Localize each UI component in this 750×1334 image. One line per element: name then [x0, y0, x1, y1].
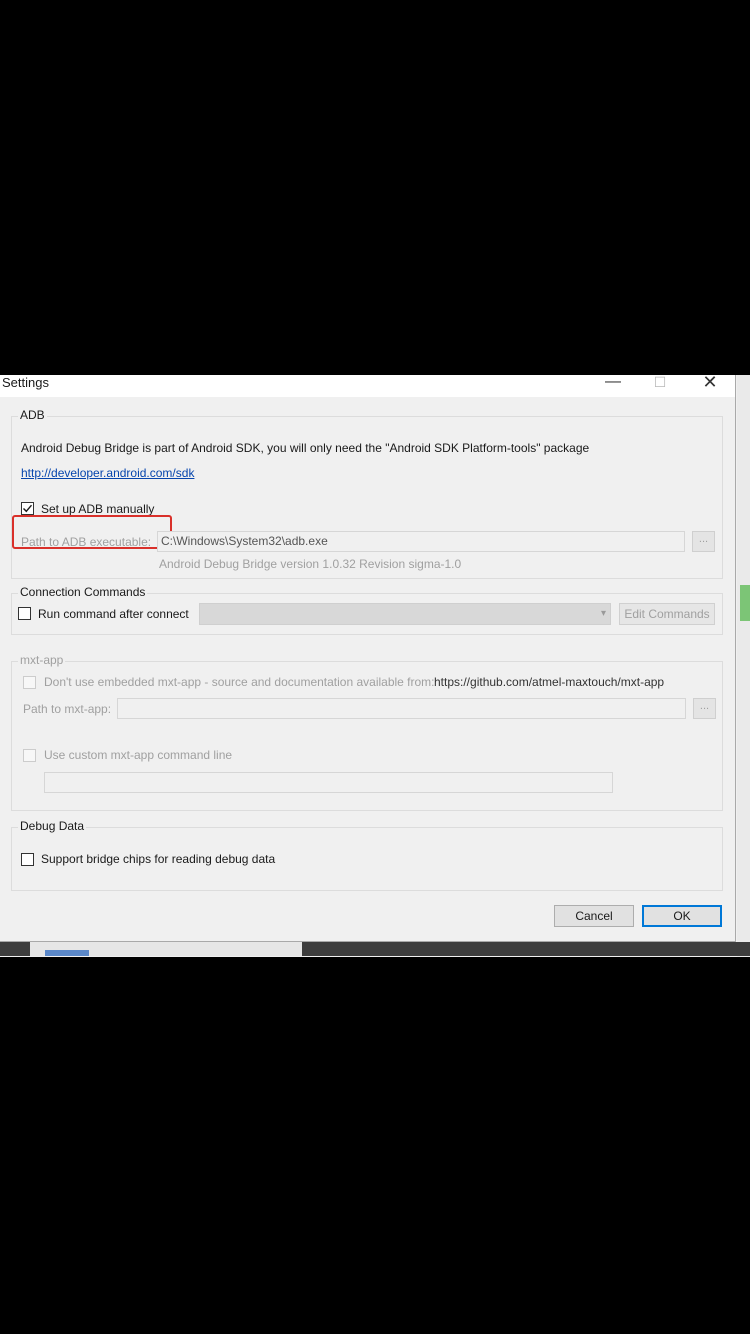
- dont-use-embedded-label: Don't use embedded mxt-app - source and …: [44, 675, 435, 689]
- screenshot-stage: Settings — ☐ ✕ ADB Android Debug Bridge …: [0, 0, 750, 1334]
- adb-sdk-link[interactable]: http://developer.android.com/sdk: [21, 466, 194, 480]
- custom-mxt-command-checkbox[interactable]: [23, 749, 36, 762]
- run-command-checkbox[interactable]: [18, 607, 31, 620]
- background-blue-element: [45, 950, 89, 956]
- chevron-down-icon: ▾: [600, 608, 606, 619]
- close-button[interactable]: ✕: [695, 372, 725, 394]
- background-panel: [30, 942, 302, 956]
- debug-data-label: Debug Data: [18, 819, 87, 833]
- setup-adb-manually-checkbox[interactable]: [21, 502, 34, 515]
- dialog-client-area: ADB Android Debug Bridge is part of Andr…: [0, 397, 735, 941]
- mxt-app-url: https://github.com/atmel-maxtouch/mxt-ap…: [434, 675, 665, 689]
- custom-mxt-command-input[interactable]: [44, 772, 613, 793]
- adb-browse-button[interactable]: ...: [692, 531, 715, 552]
- adb-description: Android Debug Bridge is part of Android …: [21, 441, 590, 455]
- mxt-browse-button[interactable]: ...: [693, 698, 716, 719]
- title-bar: Settings — ☐ ✕: [0, 372, 735, 397]
- window-title: Settings: [2, 375, 49, 390]
- adb-path-input[interactable]: C:\Windows\System32\adb.exe: [157, 531, 685, 552]
- support-bridge-chips-checkbox[interactable]: [21, 853, 34, 866]
- checkmark-icon: [23, 504, 33, 513]
- background-green-element: [740, 585, 750, 621]
- settings-dialog: Settings — ☐ ✕ ADB Android Debug Bridge …: [0, 372, 736, 942]
- support-bridge-chips-label: Support bridge chips for reading debug d…: [41, 852, 276, 866]
- setup-adb-manually-label: Set up ADB manually: [41, 502, 155, 516]
- minimize-button[interactable]: —: [598, 372, 628, 394]
- mxt-app-group-label: mxt-app: [18, 653, 66, 667]
- dont-use-embedded-checkbox[interactable]: [23, 676, 36, 689]
- cancel-button[interactable]: Cancel: [554, 905, 634, 927]
- mxt-path-label: Path to mxt-app:: [23, 702, 112, 716]
- run-command-label: Run command after connect: [38, 607, 189, 621]
- custom-mxt-command-label: Use custom mxt-app command line: [44, 748, 233, 762]
- command-combobox[interactable]: ▾: [199, 603, 611, 625]
- ok-button[interactable]: OK: [642, 905, 722, 927]
- background-taskbar-strip: [0, 942, 750, 956]
- connection-commands-label: Connection Commands: [18, 585, 148, 599]
- maximize-button[interactable]: ☐: [645, 372, 675, 394]
- edit-commands-button[interactable]: Edit Commands: [619, 603, 715, 625]
- adb-version-text: Android Debug Bridge version 1.0.32 Revi…: [159, 557, 462, 571]
- adb-path-label: Path to ADB executable:: [21, 535, 152, 549]
- adb-group-label: ADB: [18, 408, 47, 422]
- mxt-path-input[interactable]: [117, 698, 686, 719]
- background-window-right-strip: [737, 375, 750, 957]
